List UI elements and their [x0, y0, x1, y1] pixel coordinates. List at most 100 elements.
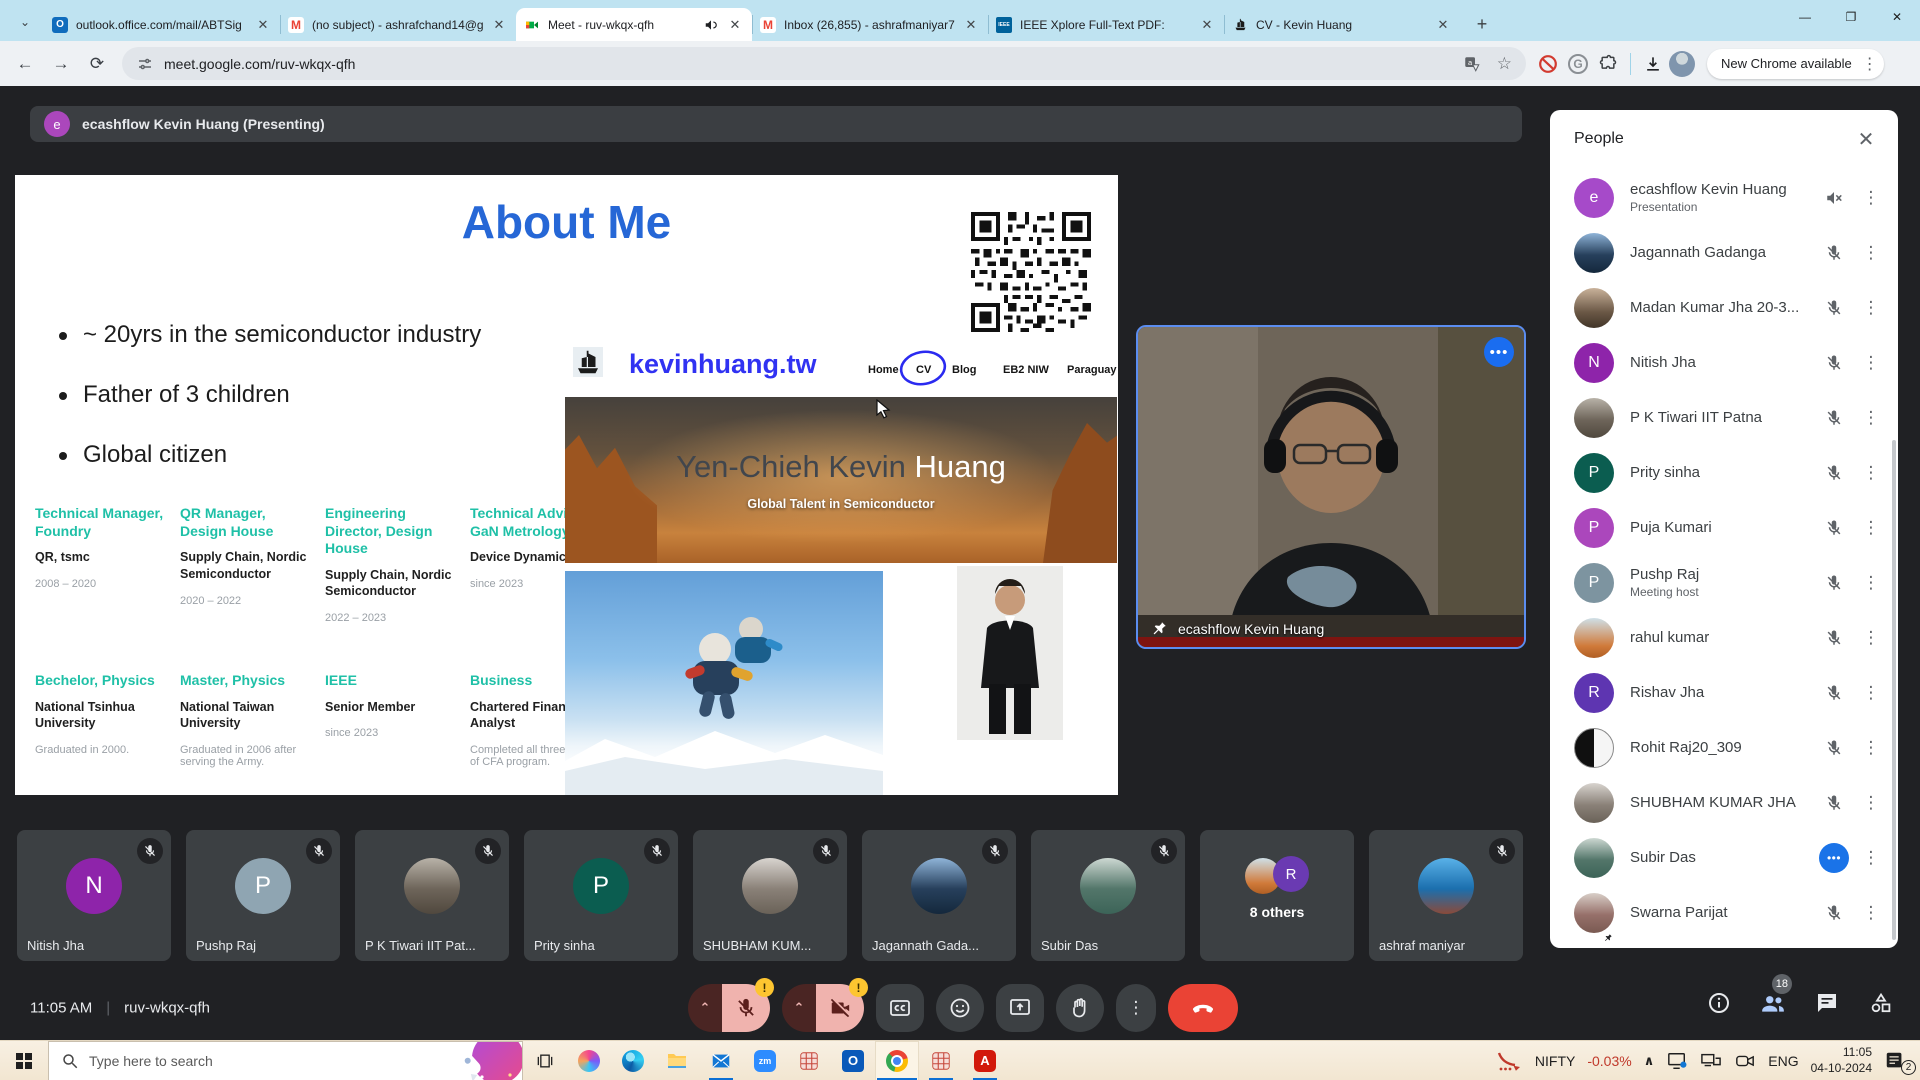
- participant-row[interactable]: Madan Kumar Jha 20-3... ⋮: [1550, 280, 1898, 335]
- participant-row[interactable]: SHUBHAM KUMAR JHA ⋮: [1550, 775, 1898, 830]
- tab-close-icon[interactable]: ✕: [1198, 16, 1216, 34]
- participant-row[interactable]: P Pushp RajMeeting host ⋮: [1550, 555, 1898, 610]
- participant-row[interactable]: P K Tiwari IIT Patna ⋮: [1550, 390, 1898, 445]
- video-tile-others[interactable]: R 8 others: [1200, 830, 1354, 961]
- tab-close-icon[interactable]: ✕: [254, 16, 272, 34]
- participant-row[interactable]: rahul kumar ⋮: [1550, 610, 1898, 665]
- participant-more-options[interactable]: ⋮: [1854, 573, 1888, 593]
- raise-hand-button[interactable]: [1056, 984, 1104, 1032]
- tab-close-icon[interactable]: ✕: [726, 16, 744, 34]
- tray-hidden-icons-chevron[interactable]: ∧: [1644, 1053, 1655, 1069]
- camera-off-button[interactable]: !: [816, 984, 864, 1032]
- participant-more-options[interactable]: ⋮: [1854, 738, 1888, 758]
- participant-row[interactable]: N Nitish Jha ⋮: [1550, 335, 1898, 390]
- tab-close-icon[interactable]: ✕: [962, 16, 980, 34]
- tab-outlook[interactable]: O outlook.office.com/mail/ABTSig ✕: [44, 8, 280, 41]
- reload-button[interactable]: ⟳: [80, 47, 114, 81]
- mic-muted-button[interactable]: !: [722, 984, 770, 1032]
- adblock-extension-icon[interactable]: [1534, 50, 1562, 78]
- stock-symbol[interactable]: NIFTY: [1535, 1053, 1575, 1069]
- video-tile-pk-tiwari[interactable]: P K Tiwari IIT Pat...: [355, 830, 509, 961]
- back-button[interactable]: ←: [8, 47, 42, 81]
- mic-options-chevron[interactable]: ⌃: [688, 984, 722, 1032]
- taskbar-search-box[interactable]: Type here to search: [48, 1041, 523, 1080]
- address-bar[interactable]: meet.google.com/ruv-wkqx-qfh a ☆: [122, 47, 1526, 80]
- taskbar-zoom-icon[interactable]: zm: [743, 1041, 787, 1080]
- taskbar-file-explorer-icon[interactable]: [655, 1041, 699, 1080]
- tab-search-chevron-icon[interactable]: ⌄: [12, 9, 38, 35]
- tab-gmail-inbox[interactable]: M Inbox (26,855) - ashrafmaniyar7 ✕: [752, 8, 988, 41]
- participant-row[interactable]: Subir Das ••• ⋮: [1550, 830, 1898, 885]
- taskbar-edge-icon[interactable]: [611, 1041, 655, 1080]
- participant-more-options[interactable]: ⋮: [1854, 188, 1888, 208]
- taskbar-app-icon-1[interactable]: [787, 1041, 831, 1080]
- end-call-button[interactable]: [1168, 984, 1238, 1032]
- participant-actions-blue-button[interactable]: •••: [1814, 843, 1854, 873]
- present-screen-button[interactable]: [996, 984, 1044, 1032]
- translate-icon[interactable]: a: [1463, 55, 1481, 73]
- browser-profile-avatar[interactable]: [1669, 51, 1695, 77]
- reactions-button[interactable]: [936, 984, 984, 1032]
- video-tile-ashraf-maniyar[interactable]: ashraf maniyar: [1369, 830, 1523, 961]
- participant-more-options[interactable]: ⋮: [1854, 243, 1888, 263]
- video-tile-jagannath[interactable]: Jagannath Gada...: [862, 830, 1016, 961]
- tile-more-options-button[interactable]: •••: [1484, 337, 1514, 367]
- presenter-video-tile[interactable]: ecashflow Kevin Huang •••: [1136, 325, 1526, 649]
- participant-more-options[interactable]: ⋮: [1854, 848, 1888, 868]
- activities-button[interactable]: [1868, 990, 1894, 1016]
- participant-row[interactable]: P Prity sinha ⋮: [1550, 445, 1898, 500]
- tab-meet-active[interactable]: Meet - ruv-wkqx-qfh ✕: [516, 8, 752, 41]
- tab-gmail-compose[interactable]: M (no subject) - ashrafchand14@g ✕: [280, 8, 516, 41]
- participant-more-options[interactable]: ⋮: [1854, 298, 1888, 318]
- participant-row[interactable]: e ecashflow Kevin HuangPresentation ⋮: [1550, 170, 1898, 225]
- task-view-button[interactable]: [523, 1041, 567, 1080]
- window-minimize-button[interactable]: —: [1782, 0, 1828, 34]
- browser-menu-kebab-icon[interactable]: ⋮: [1860, 54, 1880, 74]
- tab-audio-playing-icon[interactable]: [704, 18, 718, 32]
- video-tile-prity-sinha[interactable]: P Prity sinha: [524, 830, 678, 961]
- downloads-icon[interactable]: [1639, 50, 1667, 78]
- tray-clock[interactable]: 11:05 04-10-2024: [1811, 1045, 1872, 1076]
- tray-network-icon[interactable]: [1700, 1051, 1722, 1071]
- bookmark-star-icon[interactable]: ☆: [1497, 54, 1512, 74]
- participant-row[interactable]: P Puja Kumari ⋮: [1550, 500, 1898, 555]
- tab-cv-kevin-huang[interactable]: CV - Kevin Huang ✕: [1224, 8, 1460, 41]
- grammarly-extension-icon[interactable]: G: [1564, 50, 1592, 78]
- new-chrome-available-button[interactable]: New Chrome available ⋮: [1707, 49, 1884, 79]
- camera-options-chevron[interactable]: ⌃: [782, 984, 816, 1032]
- captions-button[interactable]: [876, 984, 924, 1032]
- participant-more-options[interactable]: ⋮: [1854, 683, 1888, 703]
- window-maximize-button[interactable]: ❐: [1828, 0, 1874, 34]
- stock-trend-icon[interactable]: [1497, 1050, 1523, 1072]
- participant-more-options[interactable]: ⋮: [1854, 793, 1888, 813]
- participant-more-options[interactable]: ⋮: [1854, 903, 1888, 923]
- taskbar-chrome-icon-active[interactable]: [875, 1041, 919, 1080]
- chat-button[interactable]: [1814, 990, 1840, 1016]
- tab-close-icon[interactable]: ✕: [1434, 16, 1452, 34]
- taskbar-mail-icon[interactable]: [699, 1041, 743, 1080]
- participant-more-options[interactable]: ⋮: [1854, 353, 1888, 373]
- tray-meet-now-icon[interactable]: [1734, 1051, 1756, 1071]
- people-panel-scrollbar[interactable]: [1892, 440, 1896, 940]
- site-settings-icon[interactable]: [136, 55, 154, 73]
- participant-row[interactable]: R Rishav Jha ⋮: [1550, 665, 1898, 720]
- video-tile-subir-das[interactable]: Subir Das: [1031, 830, 1185, 961]
- close-people-panel-icon[interactable]: ✕: [1846, 119, 1886, 159]
- tray-display-icon[interactable]: [1666, 1051, 1688, 1071]
- participant-more-options[interactable]: ⋮: [1854, 518, 1888, 538]
- new-tab-button[interactable]: +: [1468, 10, 1496, 38]
- video-tile-nitish-jha[interactable]: N Nitish Jha: [17, 830, 171, 961]
- participant-row[interactable]: Rohit Raj20_309 ⋮: [1550, 720, 1898, 775]
- video-tile-pushp-raj[interactable]: P Pushp Raj: [186, 830, 340, 961]
- tab-close-icon[interactable]: ✕: [490, 16, 508, 34]
- tray-language[interactable]: ENG: [1768, 1053, 1798, 1069]
- window-close-button[interactable]: ✕: [1874, 0, 1920, 34]
- start-button[interactable]: [0, 1041, 48, 1080]
- tab-ieee-pdf[interactable]: IEEE IEEE Xplore Full-Text PDF: ✕: [988, 8, 1224, 41]
- participant-more-options[interactable]: ⋮: [1854, 408, 1888, 428]
- more-options-button[interactable]: ⋮: [1116, 984, 1156, 1032]
- extensions-puzzle-icon[interactable]: [1594, 50, 1622, 78]
- taskbar-acrobat-icon[interactable]: A: [963, 1041, 1007, 1080]
- notification-center-icon[interactable]: 2: [1884, 1050, 1910, 1072]
- taskbar-app-icon-2[interactable]: [919, 1041, 963, 1080]
